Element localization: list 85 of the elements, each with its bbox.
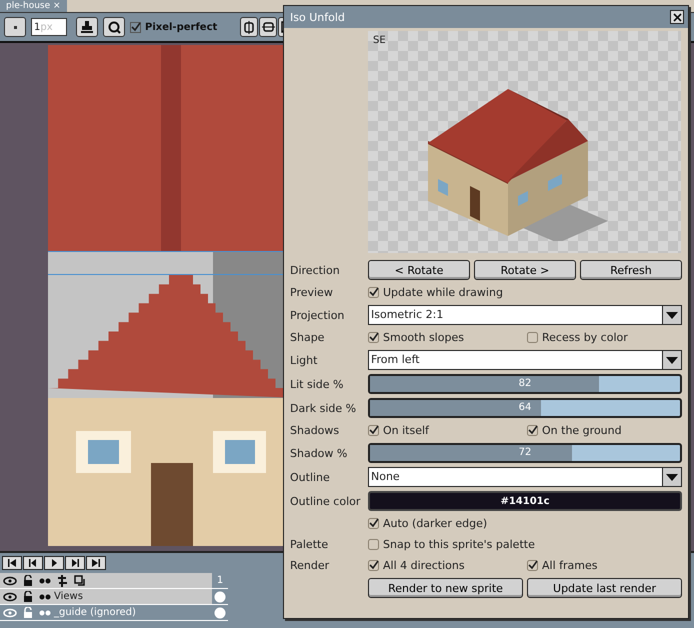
playback-icon	[28, 559, 38, 567]
close-icon	[672, 12, 682, 22]
ink-button[interactable]	[76, 17, 98, 37]
dropdown-arrow-icon	[666, 356, 678, 364]
vertical-symmetry-icon	[243, 20, 256, 34]
field-label: Light	[290, 354, 318, 366]
dialog-button[interactable]: < Rotate	[368, 260, 470, 280]
option-checkbox[interactable]: Auto (darker edge)	[368, 517, 682, 530]
eye-icon[interactable]	[3, 576, 17, 586]
magnifier-icon	[108, 20, 120, 34]
option-checkbox[interactable]: All 4 directions	[368, 559, 523, 572]
playback-icon	[91, 559, 101, 567]
link-cels-icon[interactable]	[57, 574, 68, 586]
playback-icon	[7, 559, 17, 567]
slider-value: 82	[518, 377, 532, 391]
checkbox-icon	[368, 539, 379, 550]
field-label: Outline color	[290, 494, 362, 508]
field-label: Dark side %	[290, 402, 358, 414]
eye-icon[interactable]	[3, 592, 17, 602]
close-button[interactable]	[670, 10, 684, 24]
dropdown-field[interactable]: None	[368, 467, 682, 487]
option-checkbox[interactable]: On the ground	[527, 424, 682, 437]
field-label: Outline	[290, 470, 331, 484]
playback-button[interactable]	[2, 556, 22, 570]
option-checkbox[interactable]: Recess by color	[527, 331, 682, 344]
dropdown-arrow-icon	[666, 474, 678, 480]
horizontal-symmetry-icon	[262, 21, 275, 33]
cel-dot-icon[interactable]	[214, 606, 226, 618]
padlock-icon[interactable]	[23, 591, 33, 602]
slider-value: 72	[518, 446, 532, 460]
brush-shape-button[interactable]	[4, 17, 26, 37]
onion-skin-icon[interactable]	[39, 578, 51, 584]
playback-button[interactable]	[44, 556, 64, 570]
option-checkbox[interactable]: All frames	[527, 559, 682, 572]
slider-value: 64	[518, 401, 532, 415]
brush-size-field[interactable]: 1px	[31, 18, 67, 36]
layer-row[interactable]: Views	[0, 589, 228, 605]
dynamics-button[interactable]	[103, 17, 125, 37]
field-label: Preview	[290, 286, 334, 299]
padlock-icon[interactable]	[23, 575, 33, 586]
symmetry-horizontal-button[interactable]	[259, 17, 278, 37]
stamp-icon	[81, 21, 93, 33]
option-checkbox[interactable]: On itself	[368, 424, 523, 437]
checkbox-icon	[130, 22, 141, 32]
checkbox-icon	[368, 518, 379, 529]
checkbox-icon	[527, 332, 538, 343]
checkbox-icon	[368, 560, 379, 571]
checkbox-icon	[527, 560, 538, 571]
field-label: Shadows	[290, 424, 340, 437]
checkbox-icon	[527, 425, 538, 436]
pixel-perfect-checkbox[interactable]: Pixel-perfect	[130, 22, 218, 32]
dropdown-arrow-icon	[666, 312, 678, 318]
layers-icon[interactable]	[74, 575, 85, 586]
dialog-button[interactable]: Refresh	[580, 260, 682, 280]
checkbox-icon	[368, 425, 379, 436]
symmetry-vertical-button[interactable]	[240, 17, 258, 37]
playback-button[interactable]	[86, 556, 106, 570]
layer-name: Views	[54, 591, 84, 602]
playback-button[interactable]	[65, 556, 85, 570]
field-label: Lit side %	[290, 378, 344, 390]
field-label: Render	[290, 559, 330, 572]
dialog-button[interactable]: Update last render	[527, 578, 682, 598]
layer-name: _guide (ignored)	[54, 607, 137, 618]
dialog-title: Iso Unfold	[290, 10, 345, 24]
option-checkbox[interactable]: Update while drawing	[368, 286, 682, 299]
option-checkbox[interactable]: Smooth slopes	[368, 331, 523, 344]
checkbox-icon	[368, 332, 379, 343]
option-checkbox[interactable]: Snap to this sprite's palette	[368, 538, 682, 551]
field-label: Shadow %	[290, 446, 348, 460]
direction-label: SE	[373, 35, 386, 46]
playback-icon	[49, 559, 59, 567]
onion-skin-icon[interactable]	[39, 594, 51, 600]
dialog-button[interactable]: Rotate >	[474, 260, 576, 280]
dialog-button[interactable]: Render to new sprite	[368, 578, 523, 598]
field-label: Projection	[290, 308, 346, 322]
dropdown-field[interactable]: From left	[368, 350, 682, 370]
playback-icon	[70, 559, 80, 567]
dropdown-field[interactable]: Isometric 2:1	[368, 305, 682, 325]
cel-dot-icon[interactable]	[214, 590, 226, 602]
field-label: Shape	[290, 331, 326, 344]
color-swatch-button[interactable]: #14101c	[368, 491, 682, 511]
field-label: Palette	[290, 538, 330, 551]
playback-button[interactable]	[23, 556, 43, 570]
checkbox-icon	[368, 287, 379, 298]
field-label: Direction	[290, 264, 341, 276]
